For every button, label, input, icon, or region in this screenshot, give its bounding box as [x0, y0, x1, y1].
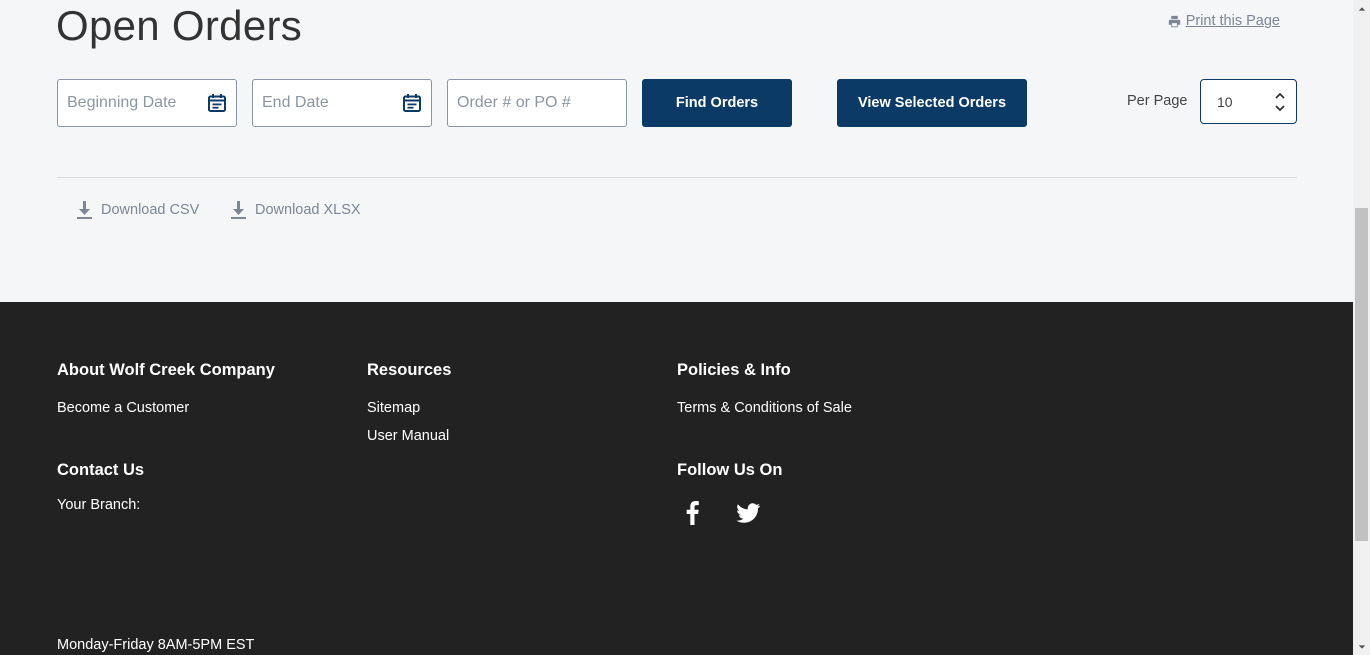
follow-heading: Follow Us On [677, 461, 783, 479]
contact-heading: Contact Us [57, 461, 145, 479]
vertical-scrollbar[interactable] [1353, 0, 1370, 655]
view-selected-orders-button[interactable]: View Selected Orders [837, 79, 1027, 127]
beginning-date-input[interactable]: Beginning Date [57, 79, 237, 127]
main-content: Open Orders Print this Page Beginning Da… [0, 0, 1353, 302]
print-page-link[interactable]: Print this Page [1168, 13, 1280, 29]
print-page-label: Print this Page [1185, 13, 1280, 29]
sitemap-link[interactable]: Sitemap [367, 400, 420, 416]
download-icon [231, 201, 246, 219]
branch-label: Your Branch: [57, 497, 141, 513]
order-number-input[interactable]: Order # or PO # [447, 79, 627, 127]
end-date-input[interactable]: End Date [252, 79, 432, 127]
end-date-placeholder: End Date [262, 94, 329, 111]
scroll-down-arrow-icon[interactable] [1353, 638, 1370, 655]
twitter-icon[interactable] [733, 498, 763, 528]
policies-heading: Policies & Info [677, 361, 791, 379]
resources-heading: Resources [367, 361, 452, 379]
calendar-icon[interactable] [402, 93, 422, 113]
printer-icon [1168, 15, 1180, 27]
about-heading: About Wolf Creek Company [57, 361, 275, 379]
business-hours: Monday-Friday 8AM-5PM EST [57, 637, 255, 653]
per-page-label: Per Page [1127, 93, 1188, 109]
become-customer-link[interactable]: Become a Customer [57, 400, 189, 416]
scrollbar-thumb[interactable] [1355, 208, 1368, 541]
spinner-arrows-icon[interactable] [1274, 90, 1286, 114]
user-manual-link[interactable]: User Manual [367, 428, 449, 444]
calendar-icon[interactable] [207, 93, 227, 113]
find-orders-button[interactable]: Find Orders [642, 79, 792, 127]
page-title: Open Orders [56, 2, 303, 49]
download-icon [77, 201, 92, 219]
per-page-stepper[interactable]: 10 [1200, 79, 1297, 124]
beginning-date-placeholder: Beginning Date [67, 94, 177, 111]
download-xlsx-label: Download XLSX [255, 202, 361, 218]
site-footer: About Wolf Creek Company Become a Custom… [0, 302, 1353, 655]
download-csv-link[interactable]: Download CSV [76, 200, 199, 220]
facebook-icon[interactable] [678, 498, 708, 528]
download-xlsx-link[interactable]: Download XLSX [230, 200, 361, 220]
terms-conditions-link[interactable]: Terms & Conditions of Sale [677, 400, 852, 416]
download-csv-label: Download CSV [101, 202, 200, 218]
order-number-placeholder: Order # or PO # [457, 94, 571, 111]
scroll-up-arrow-icon[interactable] [1353, 0, 1370, 17]
section-divider [57, 177, 1297, 178]
per-page-value: 10 [1217, 93, 1233, 110]
